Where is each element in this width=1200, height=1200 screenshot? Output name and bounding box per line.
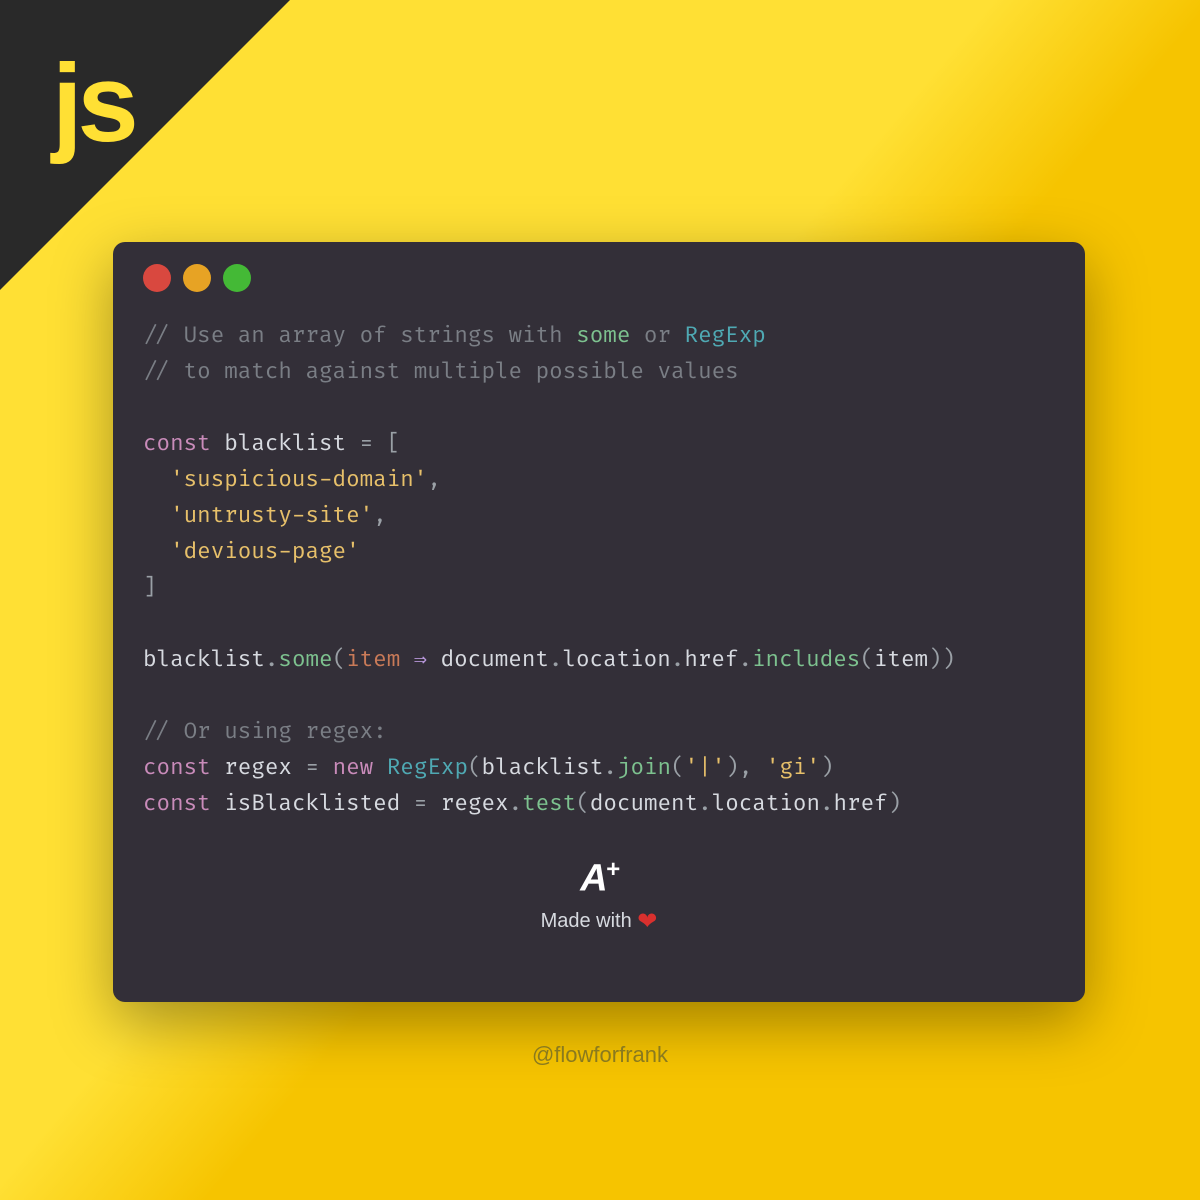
- code-token: =: [292, 754, 333, 781]
- made-with-text: Made with: [541, 909, 638, 931]
- code-token: .: [738, 646, 752, 673]
- code-token: .: [509, 790, 523, 817]
- heart-icon: ❤: [637, 908, 657, 935]
- code-token: (: [860, 646, 874, 673]
- code-block: // Use an array of strings with some or …: [143, 318, 1055, 822]
- code-window: // Use an array of strings with some or …: [113, 242, 1085, 1002]
- code-token: blacklist: [224, 430, 346, 457]
- code-token: .: [698, 790, 712, 817]
- author-handle: @flowforfrank: [0, 1042, 1200, 1068]
- logo-letter: A: [580, 858, 605, 900]
- code-token: (: [671, 754, 685, 781]
- code-token: ): [942, 646, 956, 673]
- code-token: const: [143, 790, 211, 817]
- code-token: some: [576, 322, 630, 349]
- code-token: item: [346, 646, 400, 673]
- code-token: includes: [752, 646, 860, 673]
- maximize-icon[interactable]: [223, 264, 251, 292]
- code-token: '|': [685, 754, 726, 781]
- window-controls: [143, 264, 1055, 292]
- code-token: ): [928, 646, 942, 673]
- code-token: (: [576, 790, 590, 817]
- code-token: ,: [739, 754, 753, 781]
- code-token: 'suspicious-domain': [170, 466, 427, 493]
- code-token: ): [820, 754, 834, 781]
- code-token: blacklist: [143, 646, 265, 673]
- footer-credit: A+ Made with ❤: [143, 856, 1055, 936]
- code-token: item: [874, 646, 928, 673]
- code-token: test: [522, 790, 576, 817]
- code-token: 'gi': [766, 754, 820, 781]
- code-token: ): [725, 754, 739, 781]
- code-token: RegExp: [685, 322, 766, 349]
- code-token: =: [400, 790, 441, 817]
- a-plus-logo: A+: [580, 856, 617, 901]
- code-token: href: [684, 646, 738, 673]
- code-token: document: [590, 790, 698, 817]
- code-token: RegExp: [387, 754, 468, 781]
- comment-line: // to match against multiple possible va…: [143, 358, 739, 385]
- code-token: const: [143, 430, 211, 457]
- code-token: .: [671, 646, 685, 673]
- js-logo: js: [52, 40, 134, 167]
- code-token: blacklist: [482, 754, 604, 781]
- code-token: const: [143, 754, 211, 781]
- comment-line: // Use an array of strings with: [143, 322, 576, 349]
- code-token: 'devious-page': [170, 538, 360, 565]
- code-token: location: [712, 790, 820, 817]
- code-token: regex: [441, 790, 509, 817]
- logo-plus: +: [606, 856, 618, 883]
- code-token: =: [346, 430, 387, 457]
- code-token: .: [549, 646, 563, 673]
- close-icon[interactable]: [143, 264, 171, 292]
- code-token: ⇒: [400, 646, 440, 673]
- code-token: (: [333, 646, 347, 673]
- code-token: join: [617, 754, 671, 781]
- code-token: .: [820, 790, 834, 817]
- code-token: ): [888, 790, 902, 817]
- code-token: some: [278, 646, 332, 673]
- minimize-icon[interactable]: [183, 264, 211, 292]
- code-token: isBlacklisted: [224, 790, 400, 817]
- code-token: document: [441, 646, 549, 673]
- code-token: href: [834, 790, 888, 817]
- code-token: ,: [373, 502, 387, 529]
- comment-line: // Or using regex:: [143, 718, 387, 745]
- code-token: (: [468, 754, 482, 781]
- code-token: .: [265, 646, 279, 673]
- code-token: or: [630, 322, 684, 349]
- code-token: 'untrusty-site': [170, 502, 373, 529]
- code-token: regex: [224, 754, 292, 781]
- code-token: ]: [143, 574, 157, 601]
- code-token: [: [387, 430, 401, 457]
- made-with-label: Made with ❤: [143, 907, 1055, 936]
- code-token: new: [333, 754, 374, 781]
- code-token: ,: [427, 466, 441, 493]
- code-token: .: [603, 754, 617, 781]
- code-token: location: [562, 646, 670, 673]
